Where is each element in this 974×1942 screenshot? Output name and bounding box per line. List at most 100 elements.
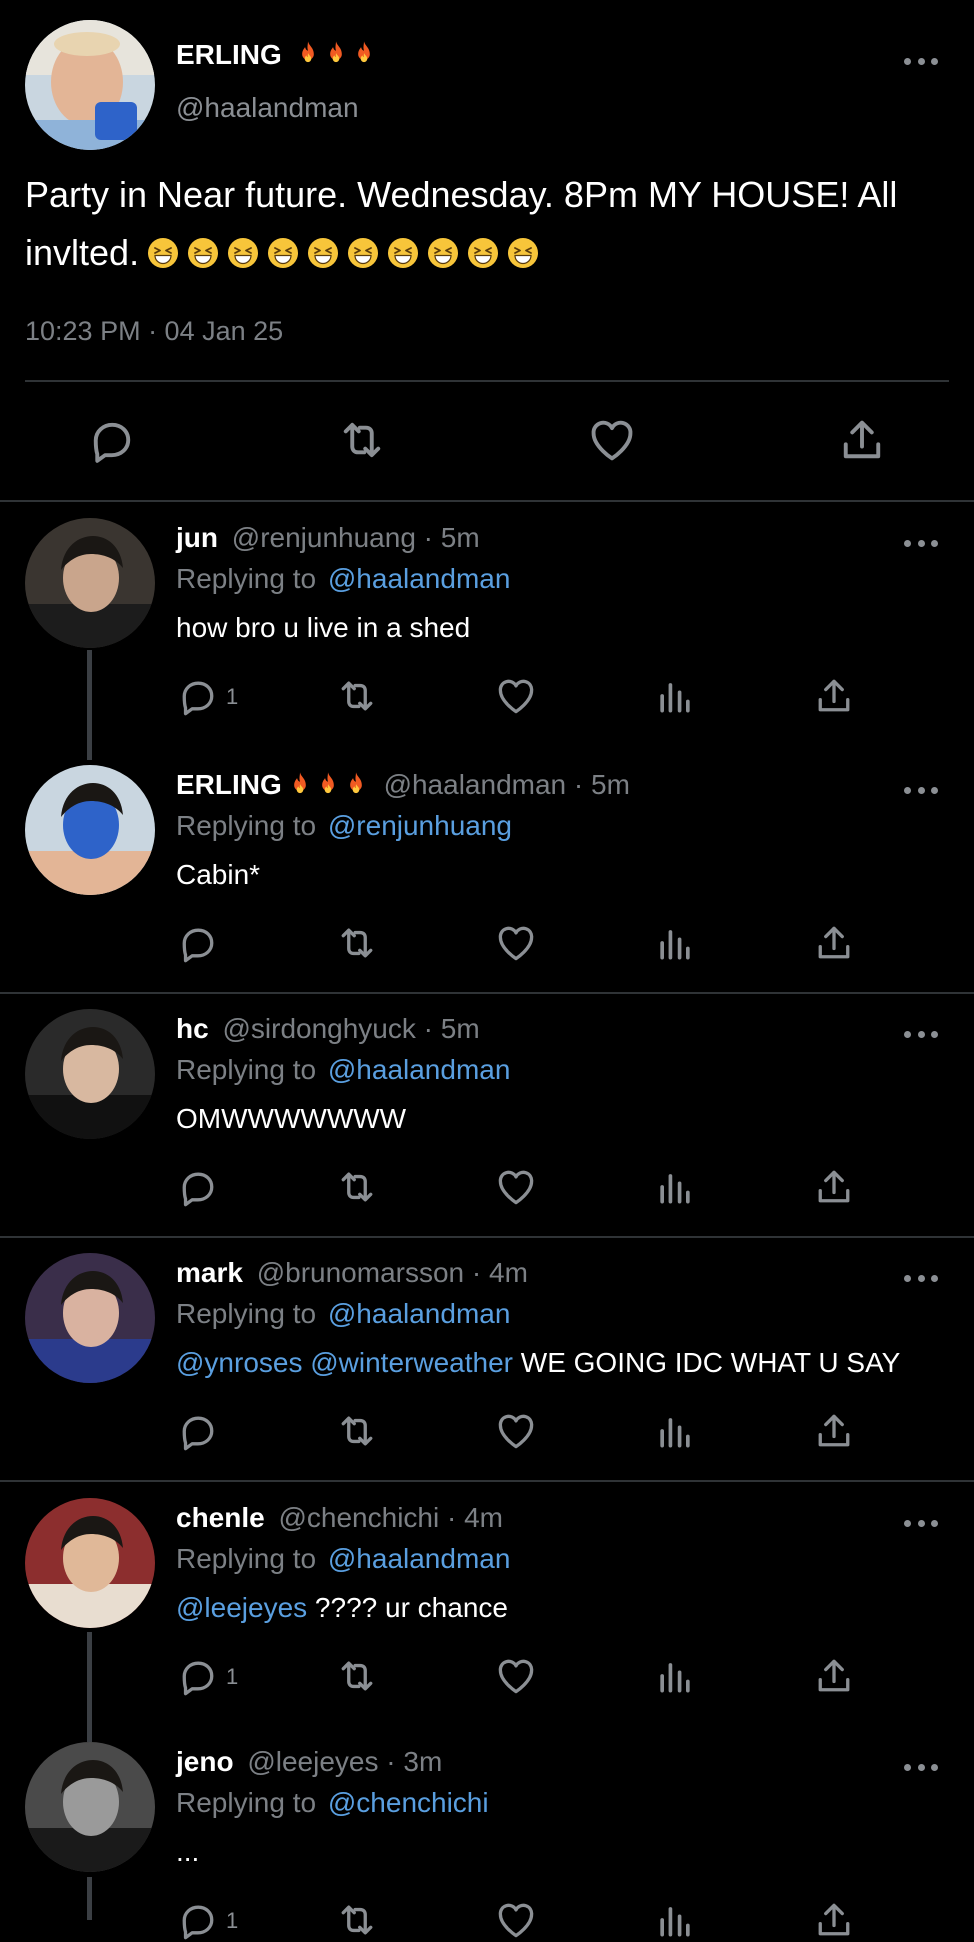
replying-to-handle[interactable]: @haalandman [328, 1054, 511, 1085]
retweet-icon [335, 1409, 379, 1453]
author-handle-time[interactable]: @sirdonghyuck · 5m [222, 1013, 479, 1044]
avatar-erling[interactable] [25, 20, 155, 150]
grinning-squinting-emoji [347, 237, 379, 269]
share-button[interactable] [812, 1409, 856, 1453]
author-handle-time[interactable]: @haalandman · 5m [384, 769, 630, 800]
retweet-button[interactable] [335, 1165, 379, 1209]
reply-button[interactable] [86, 414, 138, 466]
reply-header: mark @brunomarsson · 4m [176, 1257, 528, 1289]
avatar-hc[interactable] [25, 1009, 155, 1139]
like-button[interactable] [494, 1409, 538, 1453]
more-options-icon[interactable] [904, 1518, 938, 1528]
reply-button[interactable] [176, 1409, 220, 1453]
views-button[interactable] [653, 1165, 697, 1209]
author-name[interactable]: hc [176, 1013, 209, 1044]
reply-button[interactable] [176, 921, 220, 965]
like-icon [586, 414, 638, 466]
retweet-button[interactable] [335, 1898, 379, 1942]
reply-text: OMWWWWWWW [176, 1103, 406, 1135]
grinning-squinting-emoji [187, 237, 219, 269]
share-button[interactable] [812, 1654, 856, 1698]
replying-to-handle[interactable]: @renjunhuang [328, 810, 512, 841]
reply-button[interactable] [176, 1898, 220, 1942]
share-button[interactable] [812, 1898, 856, 1942]
avatar-mark[interactable] [25, 1253, 155, 1383]
tweet-timestamp[interactable]: 10:23 PM · 04 Jan 25 [25, 316, 283, 347]
reply-button[interactable] [176, 1165, 220, 1209]
replying-to: Replying to @haalandman [176, 1543, 510, 1575]
like-button[interactable] [494, 674, 538, 718]
replying-to: Replying to @haalandman [176, 563, 510, 595]
views-button[interactable] [653, 1409, 697, 1453]
reply-text: @ynroses @winterweather WE GOING IDC WHA… [176, 1347, 900, 1379]
views-icon [653, 1409, 697, 1453]
fire-emoji [286, 769, 370, 806]
replying-to-handle[interactable]: @haalandman [328, 563, 511, 594]
like-icon [494, 921, 538, 965]
views-button[interactable] [653, 1654, 697, 1698]
replying-to-label: Replying to [176, 810, 317, 841]
replying-to-label: Replying to [176, 1787, 317, 1818]
share-icon [812, 1409, 856, 1453]
replying-to: Replying to @renjunhuang [176, 810, 512, 842]
like-icon [494, 1898, 538, 1942]
author-name[interactable]: jeno [176, 1746, 234, 1777]
like-icon [494, 1654, 538, 1698]
reply-icon [176, 1409, 220, 1453]
reply-icon [176, 674, 220, 718]
replying-to-handle[interactable]: @haalandman [328, 1298, 511, 1329]
share-button[interactable] [836, 414, 888, 466]
retweet-button[interactable] [335, 921, 379, 965]
more-options-icon[interactable] [904, 56, 938, 66]
avatar-jeno[interactable] [25, 1742, 155, 1872]
retweet-icon [335, 921, 379, 965]
retweet-button[interactable] [335, 674, 379, 718]
author-handle[interactable]: @haalandman [176, 92, 359, 124]
mention-links[interactable]: @leejeyes [176, 1592, 307, 1623]
avatar-erling[interactable] [25, 765, 155, 895]
author-handle-time[interactable]: @chenchichi · 4m [278, 1502, 503, 1533]
author-handle-time[interactable]: @renjunhuang · 5m [232, 522, 480, 553]
author-handle-time[interactable]: @brunomarsson · 4m [257, 1257, 528, 1288]
retweet-button[interactable] [335, 1654, 379, 1698]
reply-button[interactable] [176, 1654, 220, 1698]
thread-line [87, 1632, 92, 1742]
like-button[interactable] [586, 414, 638, 466]
like-button[interactable] [494, 1165, 538, 1209]
more-options-icon[interactable] [904, 1273, 938, 1283]
views-button[interactable] [653, 1898, 697, 1942]
more-options-icon[interactable] [904, 785, 938, 795]
share-button[interactable] [812, 1165, 856, 1209]
author-name[interactable]: chenle [176, 1502, 265, 1533]
more-options-icon[interactable] [904, 1029, 938, 1039]
views-button[interactable] [653, 921, 697, 965]
author-name[interactable]: jun [176, 522, 218, 553]
replying-to-handle[interactable]: @chenchichi [328, 1787, 489, 1818]
mention-links[interactable]: @ynroses @winterweather [176, 1347, 513, 1378]
author-handle-time[interactable]: @leejeyes · 3m [247, 1746, 442, 1777]
share-button[interactable] [812, 921, 856, 965]
author-name[interactable]: mark [176, 1257, 243, 1288]
more-options-icon[interactable] [904, 538, 938, 548]
tweet-text: Party in Near future. Wednesday. 8Pm MY … [25, 166, 965, 282]
like-button[interactable] [494, 1898, 538, 1942]
more-options-icon[interactable] [904, 1762, 938, 1772]
avatar-jun[interactable] [25, 518, 155, 648]
like-button[interactable] [494, 921, 538, 965]
views-button[interactable] [653, 674, 697, 718]
reply-header: ERLING @haalandman · 5m [176, 769, 630, 806]
share-icon [812, 1898, 856, 1942]
replying-to-handle[interactable]: @haalandman [328, 1543, 511, 1574]
retweet-button[interactable] [336, 414, 388, 466]
author-name[interactable]: ERLING [176, 38, 378, 75]
reply-count: 1 [226, 684, 239, 709]
reply-icon [176, 1898, 220, 1942]
replying-to-label: Replying to [176, 1543, 317, 1574]
share-button[interactable] [812, 674, 856, 718]
reply-text-content: ... [176, 1836, 200, 1867]
retweet-button[interactable] [335, 1409, 379, 1453]
reply-button[interactable] [176, 674, 220, 718]
author-name[interactable]: ERLING [176, 769, 282, 800]
like-button[interactable] [494, 1654, 538, 1698]
avatar-chenle[interactable] [25, 1498, 155, 1628]
